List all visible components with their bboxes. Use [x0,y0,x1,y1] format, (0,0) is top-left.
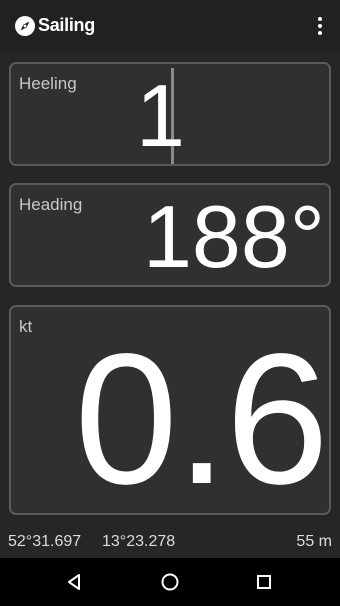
latitude-readout: 52°31.697 [8,533,82,550]
overflow-menu-icon [318,17,322,21]
back-triangle-icon [68,574,80,590]
recents-square-icon [257,575,271,589]
heeling-label: Heeling [19,74,77,93]
overflow-menu-button[interactable] [308,12,332,40]
heading-value: 188° [142,187,325,286]
app-bar: Sailing [0,0,340,52]
recents-button[interactable] [250,568,278,596]
system-nav-bar [0,558,340,606]
heeling-value: 1 [136,66,185,165]
speed-value: 0.6 [74,316,329,515]
back-button[interactable] [60,568,88,596]
altitude-readout: 55 m [296,533,332,550]
speed-panel: kt 0.6 [9,305,331,515]
longitude-readout: 13°23.278 [102,533,176,550]
compass-icon [14,15,36,37]
home-circle-icon [161,573,179,591]
heading-panel: Heading 188° [9,183,331,287]
status-row: 52°31.697 13°23.278 55 m [0,529,340,555]
heeling-panel: Heeling 1 [9,62,331,166]
speed-unit-label: kt [19,317,33,336]
heading-label: Heading [19,195,83,214]
home-button[interactable] [156,568,184,596]
app-title: Sailing [38,15,95,35]
